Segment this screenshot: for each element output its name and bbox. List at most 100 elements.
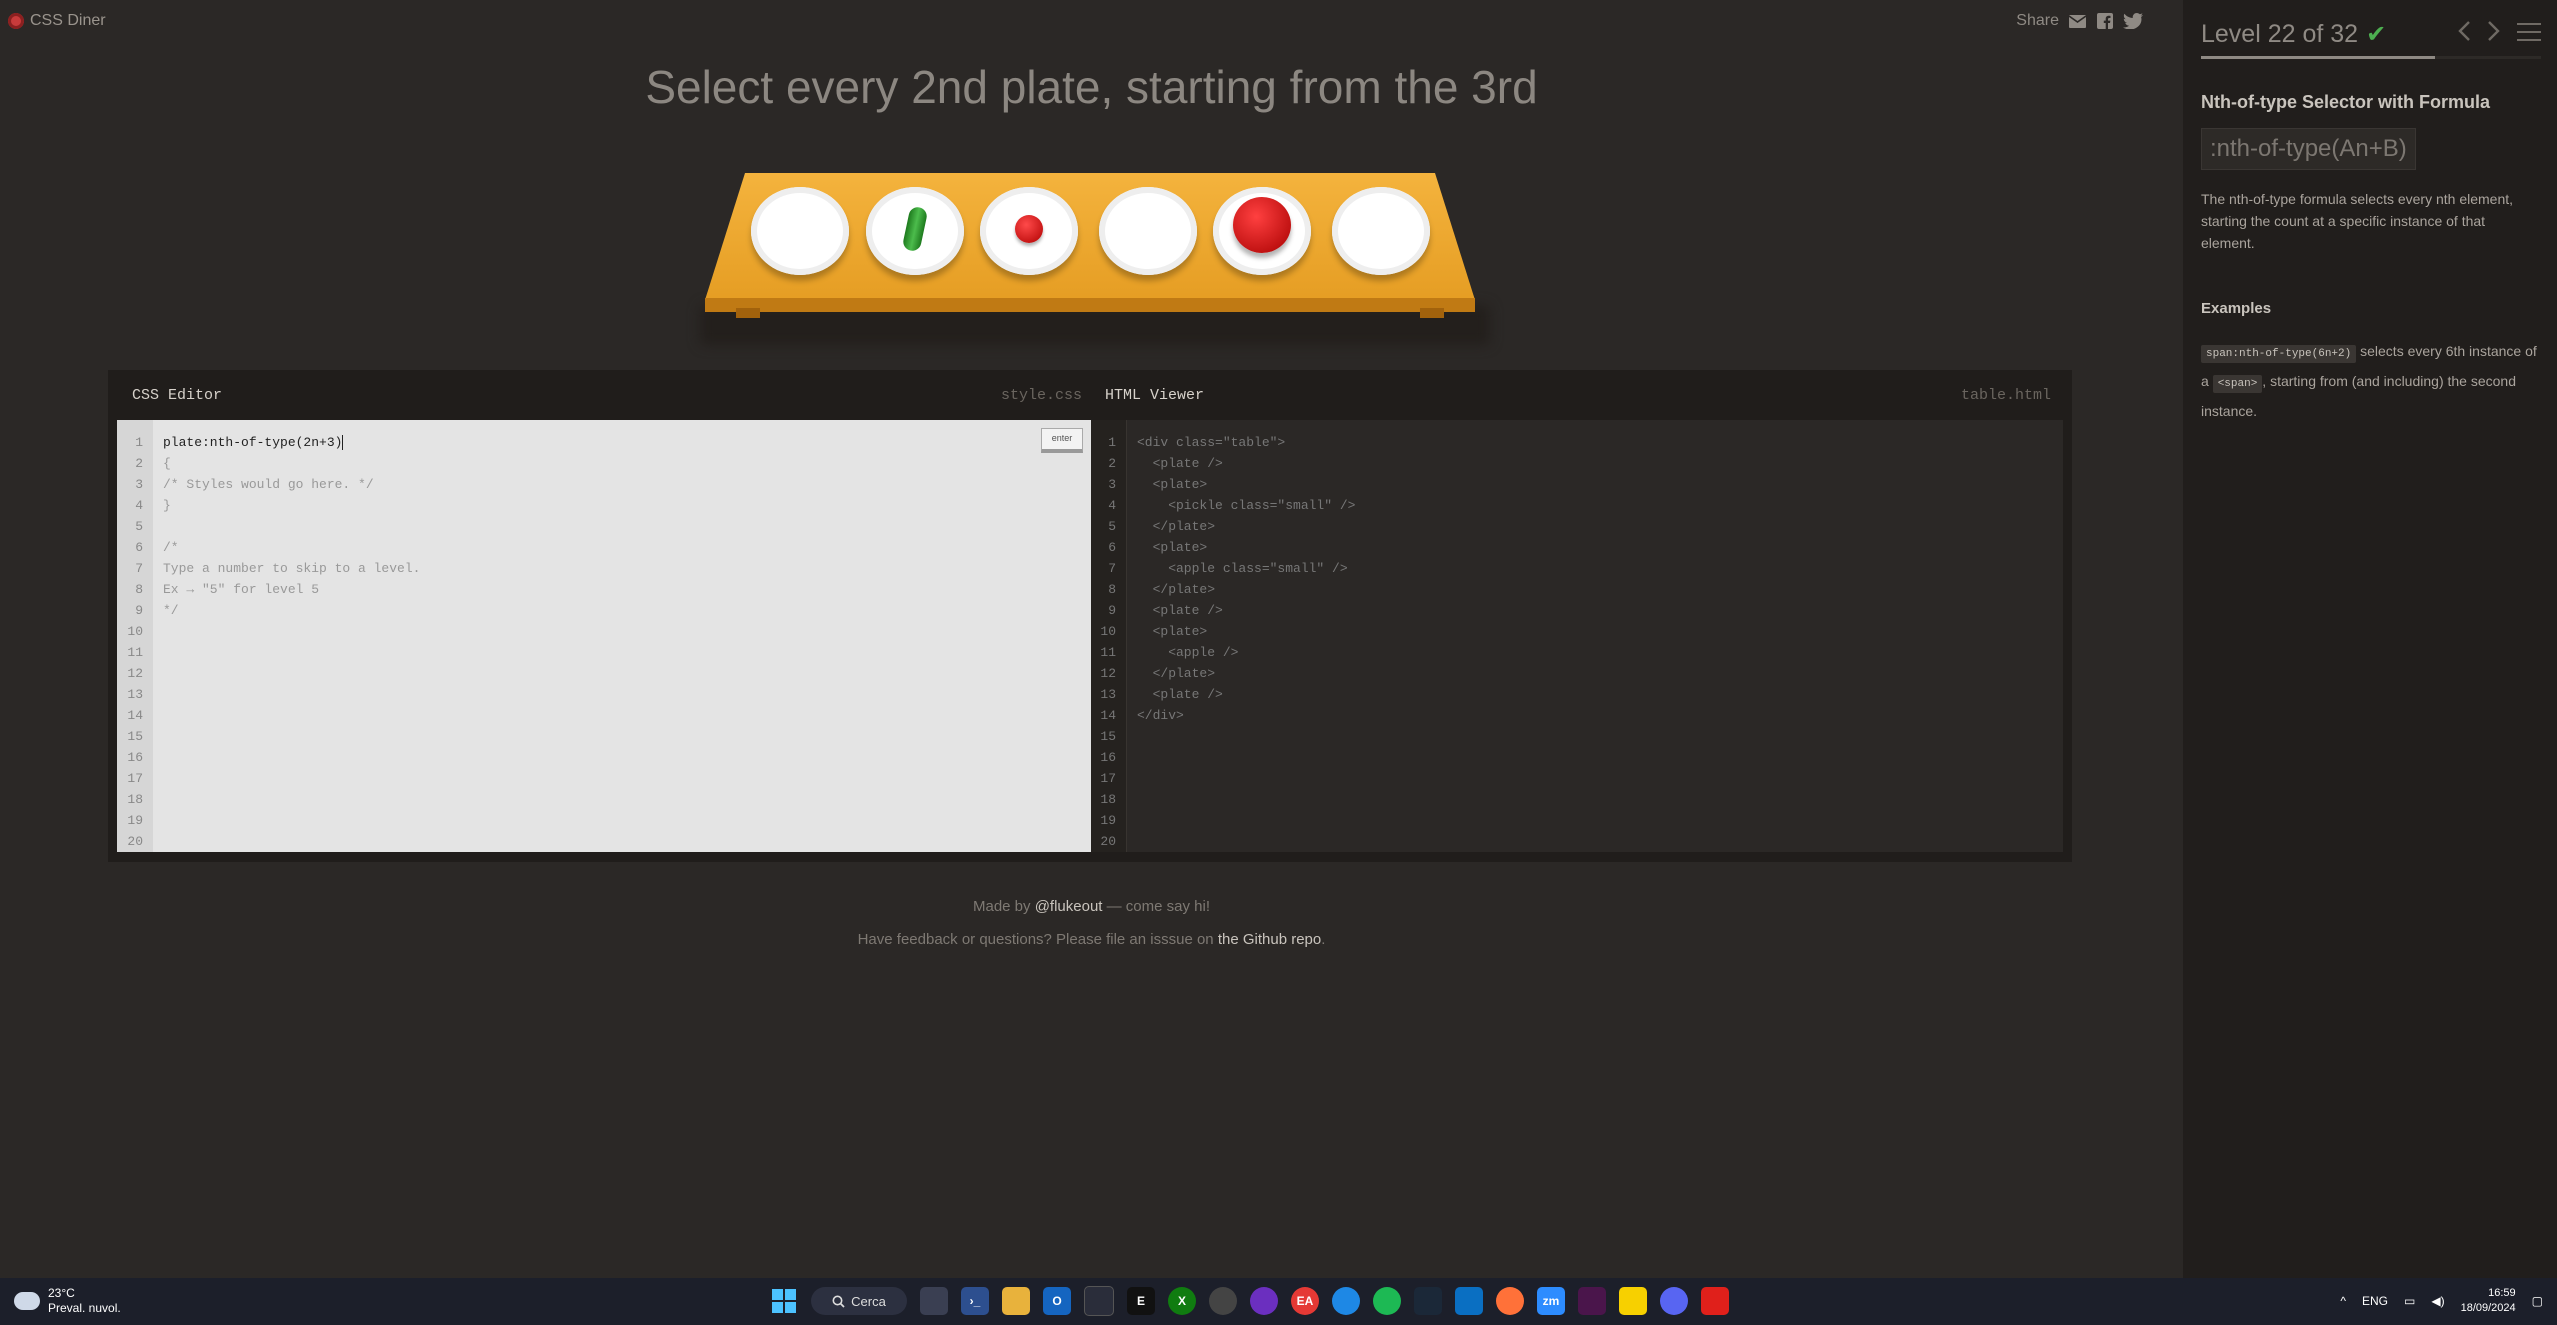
plate-1[interactable]: [751, 187, 849, 275]
table-leg: [1420, 308, 1444, 318]
notification-icon[interactable]: ▢: [2532, 1294, 2543, 1308]
flukeout-link[interactable]: @flukeout: [1035, 898, 1103, 915]
line-number: 7: [135, 561, 143, 576]
plate-4[interactable]: [1099, 187, 1197, 275]
twitter-icon[interactable]: [2123, 12, 2143, 30]
task-view-icon[interactable]: [920, 1287, 948, 1315]
code-line: }: [163, 498, 171, 513]
xbox-icon[interactable]: X: [1168, 1287, 1196, 1315]
language-indicator[interactable]: ENG: [2362, 1294, 2388, 1308]
acrobat-icon[interactable]: [1701, 1287, 1729, 1315]
facebook-icon[interactable]: [2095, 12, 2115, 30]
github-link[interactable]: the Github repo: [1218, 931, 1321, 948]
epic-games-icon[interactable]: E: [1127, 1287, 1155, 1315]
html-viewer: 1 2 3 4 5 6 7 8 9 10 11 12 13 14 15 16 17 18 19 20 <div cla…: [1091, 420, 2063, 852]
chevron-left-icon[interactable]: [2457, 20, 2471, 49]
css-input[interactable]: plate:nth-of-type(2n+3): [163, 435, 342, 450]
sidebar: Level 22 of 32 ✔ Nth-of-type Selector wi…: [2183, 0, 2557, 1278]
line-number: 1: [135, 435, 143, 450]
code-line: <pickle class="small" />: [1137, 498, 1356, 513]
app-icon[interactable]: [1250, 1287, 1278, 1315]
level-progress-bar: [2201, 56, 2541, 59]
clock[interactable]: 16:59 18/09/2024: [2461, 1286, 2516, 1316]
line-number: 11: [1100, 645, 1116, 660]
clock-time: 16:59: [2488, 1287, 2516, 1299]
code-line: <plate>: [1137, 477, 1208, 492]
table-edge: [705, 298, 1475, 312]
chevron-up-icon[interactable]: ^: [2340, 1294, 2346, 1308]
store-icon[interactable]: [1084, 1286, 1114, 1316]
apple-small[interactable]: [1015, 215, 1043, 243]
system-tray: ^ ENG ▭ ◀) 16:59 18/09/2024 ▢: [2340, 1286, 2543, 1316]
enter-button[interactable]: enter: [1041, 428, 1083, 453]
text-caret: [342, 435, 344, 451]
windows-start-icon[interactable]: [770, 1287, 798, 1315]
code-line: </plate>: [1137, 582, 1216, 597]
taskbar-apps: Cerca ›_ O E X EA zm: [770, 1286, 1729, 1316]
outlook-icon[interactable]: O: [1043, 1287, 1071, 1315]
pickle-small[interactable]: [901, 205, 929, 253]
vscode-icon[interactable]: [1455, 1287, 1483, 1315]
weather-widget[interactable]: 23°C Preval. nuvol.: [10, 1286, 121, 1316]
plate-2[interactable]: [866, 187, 964, 275]
spotify-icon[interactable]: [1373, 1287, 1401, 1315]
firefox-icon[interactable]: [1496, 1287, 1524, 1315]
taskbar-search[interactable]: Cerca: [811, 1287, 907, 1315]
css-input-line[interactable]: plate:nth-of-type(2n+3): [163, 432, 420, 453]
file-explorer-icon[interactable]: [1002, 1287, 1030, 1315]
line-number: 8: [135, 582, 143, 597]
steam-icon[interactable]: [1414, 1287, 1442, 1315]
code-line: <div class="table">: [1137, 435, 1286, 450]
obs-icon[interactable]: [1209, 1287, 1237, 1315]
footer-feedback: Have feedback or questions? Please file …: [0, 931, 2183, 948]
menu-icon[interactable]: [2517, 21, 2541, 49]
code-line: </div>: [1137, 708, 1184, 723]
footer-credit: Made by @flukeout — come say hi!: [0, 898, 2183, 915]
plate-3[interactable]: [980, 187, 1078, 275]
code-line: <plate>: [1137, 540, 1208, 555]
network-icon[interactable]: ▭: [2404, 1294, 2415, 1308]
line-number: 5: [135, 519, 143, 534]
sticky-notes-icon[interactable]: [1619, 1287, 1647, 1315]
plate-5[interactable]: [1213, 187, 1311, 275]
level-indicator[interactable]: Level 22 of 32 ✔: [2201, 20, 2386, 49]
code-line: </plate>: [1137, 519, 1216, 534]
css-code: plate:nth-of-type(2n+3) {/* Styles would…: [163, 432, 420, 621]
line-number: 6: [135, 540, 143, 555]
line-number: 9: [135, 603, 143, 618]
line-number: 9: [1108, 603, 1116, 618]
line-number: 1: [1108, 435, 1116, 450]
logo-icon: [8, 13, 24, 29]
selector-title: Nth-of-type Selector with Formula: [2201, 92, 2491, 112]
line-number: 16: [1100, 750, 1116, 765]
email-icon[interactable]: [2067, 12, 2087, 30]
weather-temp: 23°C: [48, 1286, 75, 1300]
line-number: 3: [1108, 477, 1116, 492]
level-nav: [2457, 20, 2541, 49]
volume-icon[interactable]: ◀): [2431, 1294, 2444, 1308]
line-number: 19: [127, 813, 143, 828]
apple[interactable]: [1233, 197, 1291, 253]
plate-6[interactable]: [1332, 187, 1430, 275]
css-editor[interactable]: 1 2 3 4 5 6 7 8 9 10 11 12 13 14 15 16 17 18 19 20 plate:nt…: [117, 420, 1091, 852]
logo[interactable]: CSS Diner: [8, 12, 106, 30]
html-code: <div class="table"> <plate /> <plate> <p…: [1137, 432, 1355, 726]
code-line: <plate />: [1137, 603, 1223, 618]
chevron-right-icon[interactable]: [2487, 20, 2501, 49]
code-line: Ex → "5" for level 5: [163, 582, 320, 597]
ubisoft-icon[interactable]: [1332, 1287, 1360, 1315]
line-number: 17: [127, 771, 143, 786]
terminal-icon[interactable]: ›_: [961, 1287, 989, 1315]
line-number: 4: [135, 498, 143, 513]
search-label: Cerca: [851, 1293, 886, 1309]
line-number: 14: [127, 708, 143, 723]
ea-icon[interactable]: EA: [1291, 1287, 1319, 1315]
code-line: */: [163, 603, 179, 618]
slack-icon[interactable]: [1578, 1287, 1606, 1315]
html-viewer-title: HTML Viewer: [1105, 386, 1205, 404]
line-number: 18: [127, 792, 143, 807]
search-icon: [832, 1295, 845, 1308]
discord-icon[interactable]: [1660, 1287, 1688, 1315]
example-tag: <span>: [2212, 375, 2263, 393]
zoom-icon[interactable]: zm: [1537, 1287, 1565, 1315]
